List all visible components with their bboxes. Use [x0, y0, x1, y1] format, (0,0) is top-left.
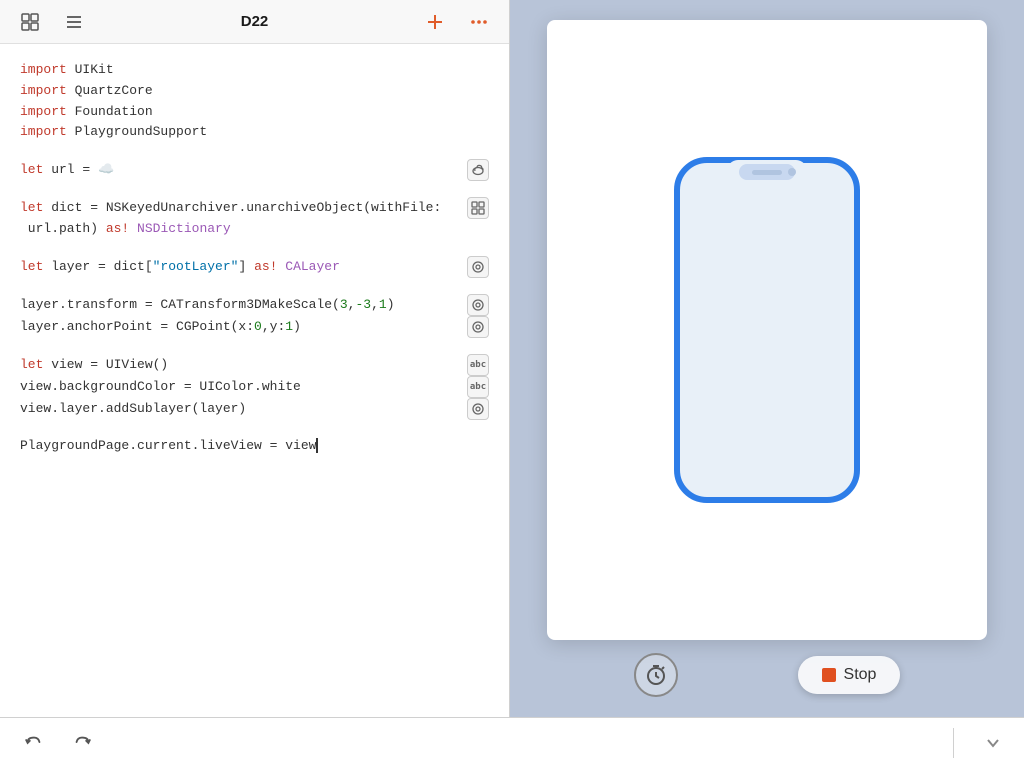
line-view1: let view = UIView() abc	[20, 354, 489, 376]
view3-side-btn[interactable]	[467, 398, 489, 420]
line-import-uikit: import UIKit	[20, 60, 489, 81]
url-side-btn[interactable]	[467, 159, 489, 181]
spacer-5	[20, 338, 489, 354]
view1-side-btn[interactable]: abc	[467, 354, 489, 376]
undo-button[interactable]	[20, 729, 48, 757]
spacer-1	[20, 143, 489, 159]
view2-side-btn[interactable]: abc	[467, 376, 489, 398]
code-panel: D22 impo	[0, 0, 510, 717]
line-view2: view.backgroundColor = UIColor.white abc	[20, 376, 489, 398]
redo-button[interactable]	[68, 729, 96, 757]
line-import-quartz: import QuartzCore	[20, 81, 489, 102]
spacer-4	[20, 278, 489, 294]
bottom-toolbar	[0, 717, 1024, 767]
more-button[interactable]	[465, 8, 493, 36]
toolbar-left	[16, 8, 88, 36]
dict-side-btn[interactable]	[467, 197, 489, 219]
toolbar-divider	[953, 728, 954, 758]
line-import-foundation: import Foundation	[20, 102, 489, 123]
anchor-side-btn[interactable]	[467, 316, 489, 338]
line-view3: view.layer.addSublayer(layer)	[20, 398, 489, 420]
main-container: D22 impo	[0, 0, 1024, 717]
chevron-down-button[interactable]	[982, 732, 1004, 754]
preview-panel: Stop	[510, 0, 1024, 717]
line-liveview: PlaygroundPage.current.liveView = view	[20, 436, 489, 457]
add-button[interactable]	[421, 8, 449, 36]
line-transform: layer.transform = CATransform3DMakeScale…	[20, 294, 489, 316]
timer-button[interactable]	[634, 653, 678, 697]
line-dict1: let dict = NSKeyedUnarchiver.unarchiveOb…	[20, 197, 489, 219]
preview-canvas	[547, 20, 987, 640]
toolbar-right	[421, 8, 493, 36]
preview-toolbar: Stop	[510, 653, 1024, 697]
transform-side-btn[interactable]	[467, 294, 489, 316]
line-anchor: layer.anchorPoint = CGPoint(x:0,y:1)	[20, 316, 489, 338]
grid-view-button[interactable]	[16, 8, 44, 36]
layer-side-btn[interactable]	[467, 256, 489, 278]
code-content: import UIKit import QuartzCore import Fo…	[0, 44, 509, 717]
spacer-6	[20, 420, 489, 436]
line-import-playground: import PlaygroundSupport	[20, 122, 489, 143]
stop-icon	[822, 668, 836, 682]
spacer-2	[20, 181, 489, 197]
line-dict2: url.path) as! NSDictionary	[20, 219, 489, 240]
phone-mockup	[667, 150, 867, 510]
stop-button[interactable]: Stop	[798, 656, 901, 694]
list-view-button[interactable]	[60, 8, 88, 36]
line-layer: let layer = dict["rootLayer"] as! CALaye…	[20, 256, 489, 278]
code-toolbar: D22	[0, 0, 509, 44]
editor-title: D22	[88, 13, 421, 30]
line-url: let url = ☁️	[20, 159, 489, 181]
stop-label: Stop	[844, 666, 877, 684]
spacer-3	[20, 240, 489, 256]
